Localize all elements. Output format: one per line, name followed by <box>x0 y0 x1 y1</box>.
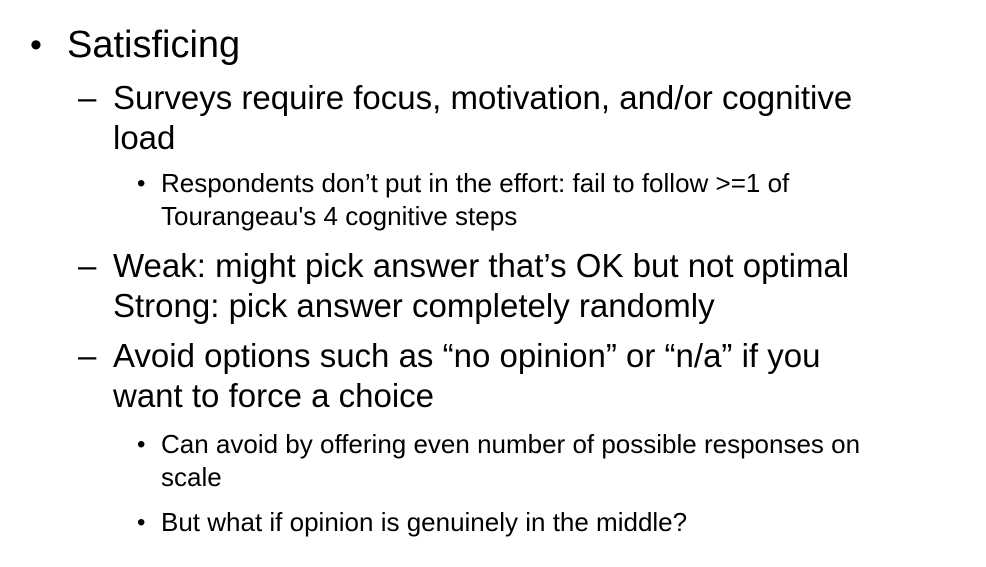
heading-satisficing: Satisficing <box>67 24 241 66</box>
text-line: Can avoid by offering even number of pos… <box>161 429 861 459</box>
text-line: want to force a choice <box>113 377 435 414</box>
text-line: Surveys require focus, motivation, and/o… <box>113 79 853 116</box>
text-line: Strong: pick answer completely randomly <box>113 287 715 324</box>
bullet-icon: • <box>30 26 42 64</box>
text-line: But what if opinion is genuinely in the … <box>161 507 688 537</box>
text-line: Respondents don’t put in the effort: fai… <box>161 168 790 198</box>
slide: • Satisficing – Surveys require focus, m… <box>0 0 986 567</box>
dash-icon: – <box>78 79 97 116</box>
subpoint-even-number: Can avoid by offering even number of pos… <box>161 428 860 494</box>
point-surveys-require: Surveys require focus, motivation, and/o… <box>113 78 852 158</box>
text-line: Tourangeau's 4 cognitive steps <box>161 201 518 231</box>
point-avoid-options: Avoid options such as “no opinion” or “n… <box>113 336 820 416</box>
text-line: Avoid options such as “no opinion” or “n… <box>113 337 821 374</box>
bullet-icon: • <box>137 431 146 458</box>
bullet-icon: • <box>137 170 146 197</box>
text-line: scale <box>161 462 222 492</box>
point-weak-strong: Weak: might pick answer that’s OK but no… <box>113 246 849 326</box>
dash-icon: – <box>78 337 97 374</box>
dash-icon: – <box>78 247 97 284</box>
bullet-icon: • <box>137 509 146 536</box>
text-line: load <box>113 119 176 156</box>
subpoint-respondents-effort: Respondents don’t put in the effort: fai… <box>161 167 789 233</box>
subpoint-genuinely-middle: But what if opinion is genuinely in the … <box>161 506 687 539</box>
text-line: Weak: might pick answer that’s OK but no… <box>113 247 850 284</box>
